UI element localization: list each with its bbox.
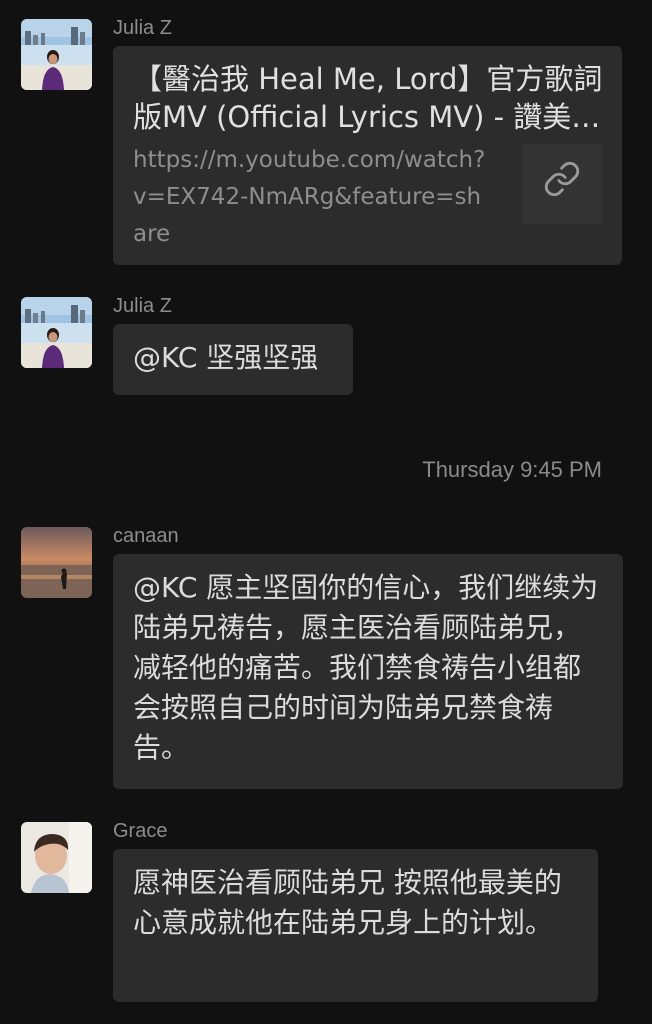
chat-conversation[interactable]: Julia Z 【醫治我 Heal Me, Lord】官方歌詞版MV (Offi… (0, 0, 652, 1024)
avatar-julia-z[interactable] (21, 19, 92, 90)
avatar-canaan[interactable] (21, 527, 92, 598)
message-text: 愿神医治看顾陆弟兄 按照他最美的心意成就他在陆弟兄身上的计划。 (133, 866, 562, 939)
link-url: https://m.youtube.com/watch?v=EX742-NmAR… (133, 147, 486, 247)
sender-name: Julia Z (113, 295, 172, 317)
avatar-julia-z[interactable] (21, 297, 92, 368)
avatar-grace[interactable] (21, 822, 92, 893)
link-thumbnail (522, 144, 602, 224)
link-title: 【醫治我 Heal Me, Lord】官方歌詞版MV (Official Lyr… (133, 62, 603, 134)
message-bubble[interactable]: @KC 愿主坚固你的信心，我们继续为陆弟兄祷告，愿主医治看顾陆弟兄，减轻他的痛苦… (113, 554, 623, 789)
link-icon (543, 160, 581, 209)
sender-name: Julia Z (113, 17, 172, 39)
message-bubble[interactable]: 愿神医治看顾陆弟兄 按照他最美的心意成就他在陆弟兄身上的计划。 (113, 849, 598, 1002)
message-text: @KC 坚强坚强 (133, 341, 319, 374)
timestamp-divider: Thursday 9:45 PM (422, 457, 602, 482)
message-text: @KC 愿主坚固你的信心，我们继续为陆弟兄祷告，愿主医治看顾陆弟兄，减轻他的痛苦… (133, 571, 599, 764)
sender-name: canaan (113, 525, 179, 547)
message-bubble[interactable]: @KC 坚强坚强 (113, 324, 353, 395)
link-card[interactable]: 【醫治我 Heal Me, Lord】官方歌詞版MV (Official Lyr… (113, 46, 622, 265)
sender-name: Grace (113, 820, 168, 842)
